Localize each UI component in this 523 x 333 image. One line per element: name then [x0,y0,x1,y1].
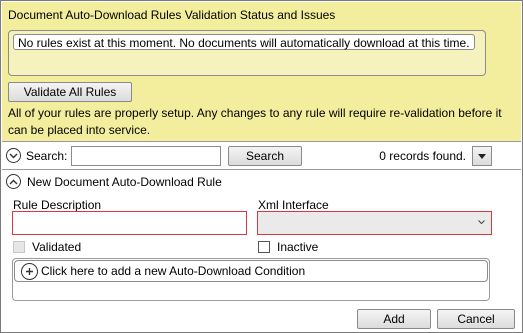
conditions-panel: Click here to add a new Auto-Download Co… [12,258,490,301]
chevron-up-circle-icon[interactable] [6,174,21,189]
inactive-checkbox[interactable] [258,241,270,253]
search-bar: Search: Search 0 records found. [2,142,521,170]
inactive-label: Inactive [277,240,319,254]
search-button[interactable]: Search [228,146,302,166]
xml-interface-label: Xml Interface [258,198,329,212]
add-condition-row[interactable]: Click here to add a new Auto-Download Co… [14,260,488,282]
xml-interface-select[interactable] [257,211,492,235]
validation-status-panel: Document Auto-Download Rules Validation … [2,2,521,142]
add-condition-text: Click here to add a new Auto-Download Co… [41,264,306,278]
add-button[interactable]: Add [357,309,431,329]
plus-circle-icon [21,262,38,280]
records-dropdown-button[interactable] [472,146,492,166]
cancel-button[interactable]: Cancel [437,309,515,329]
validate-all-rules-button[interactable]: Validate All Rules [8,82,132,102]
validation-info-text: All of your rules are properly setup. An… [8,106,502,137]
new-rule-section-title: New Document Auto-Download Rule [27,175,222,189]
chevron-down-icon [478,220,485,225]
search-input[interactable] [71,146,221,166]
status-message: No rules exist at this moment. No docume… [13,34,475,50]
status-messages-box: No rules exist at this moment. No docume… [8,30,486,76]
validated-checkbox [13,241,25,253]
records-found-text: 0 records found. [379,149,466,163]
validated-label: Validated [32,240,82,254]
triangle-down-icon [478,153,486,159]
chevron-down-circle-icon[interactable] [6,148,21,163]
rule-description-label: Rule Description [13,198,102,212]
rules-window: Document Auto-Download Rules Validation … [0,0,523,333]
rule-description-field[interactable] [12,211,247,235]
search-label: Search: [26,149,68,163]
status-panel-title: Document Auto-Download Rules Validation … [8,8,336,22]
